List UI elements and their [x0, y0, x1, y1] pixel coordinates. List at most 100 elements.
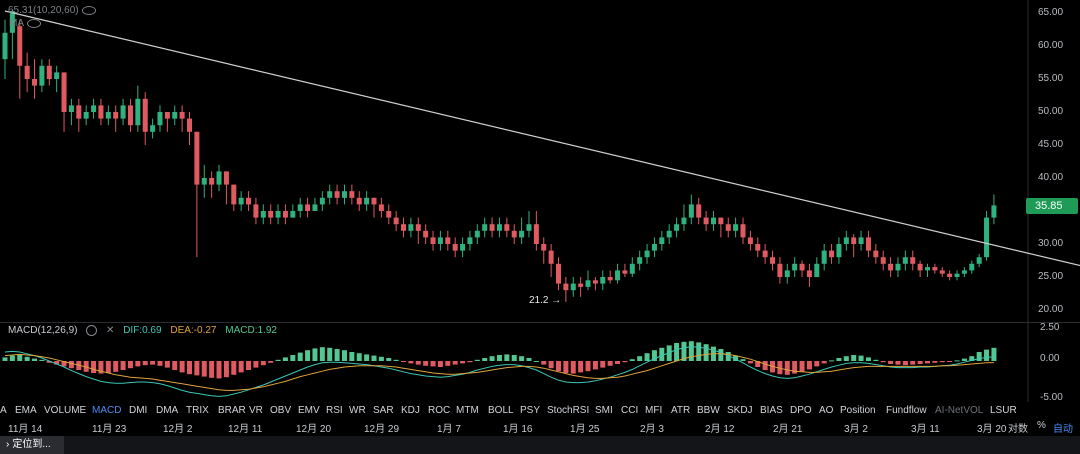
- candle: [312, 197, 318, 211]
- candle: [98, 98, 104, 126]
- macd-bar: [334, 349, 340, 361]
- indicator-tab-wr[interactable]: WR: [349, 405, 366, 416]
- indicator-tab-sar[interactable]: SAR: [373, 405, 394, 416]
- high-price-value: 65.31: [8, 5, 34, 16]
- indicator-tab-lsur[interactable]: LSUR: [990, 405, 1017, 416]
- gear-icon[interactable]: [86, 325, 98, 336]
- macd-tick: 2.50: [1040, 322, 1060, 333]
- close-icon[interactable]: ✕: [106, 325, 114, 336]
- macd-bar: [740, 359, 746, 361]
- date-tick: 3月 11: [911, 424, 940, 435]
- candle: [770, 250, 776, 271]
- macd-bar: [305, 350, 311, 361]
- date-tick: 2月 12: [705, 424, 735, 435]
- date-tick: 12月 20: [296, 424, 332, 435]
- macd-bar: [703, 344, 709, 361]
- candle: [740, 217, 746, 244]
- macd-bar: [784, 361, 790, 375]
- macd-bar: [113, 361, 119, 372]
- indicator-tab-fundflow[interactable]: Fundflow: [886, 405, 927, 416]
- candle: [223, 171, 229, 205]
- macd-bar: [496, 355, 502, 361]
- candle: [54, 65, 60, 93]
- eye-icon[interactable]: [27, 18, 41, 28]
- price-chart[interactable]: [0, 0, 1080, 322]
- high-price-annotation: 65.31(10,20,60): [8, 5, 96, 16]
- candle: [777, 257, 783, 284]
- macd-bar: [150, 361, 156, 365]
- macd-bar: [364, 354, 370, 361]
- indicator-tab-ao[interactable]: AO: [819, 405, 833, 416]
- indicator-tab-dma[interactable]: DMA: [156, 405, 178, 416]
- macd-bar: [902, 361, 908, 366]
- indicator-tab-skdj[interactable]: SKDJ: [727, 405, 753, 416]
- macd-bar: [179, 361, 185, 373]
- log-scale-toggle[interactable]: 对数: [1008, 420, 1028, 435]
- indicator-tab-brar[interactable]: BRAR: [218, 405, 246, 416]
- macd-bar: [268, 361, 274, 363]
- candle: [496, 217, 502, 238]
- macd-bar: [437, 361, 443, 367]
- indicator-tab-cci[interactable]: CCI: [621, 405, 638, 416]
- candle: [445, 230, 451, 251]
- candle: [637, 250, 643, 271]
- indicator-tab-rsi[interactable]: RSI: [326, 405, 343, 416]
- macd-bar: [888, 361, 894, 364]
- candle: [253, 197, 259, 225]
- auto-scale-toggle[interactable]: 自动: [1053, 420, 1073, 435]
- ma-label-text: MA: [9, 18, 24, 29]
- indicator-tab-macd[interactable]: MACD: [92, 405, 121, 416]
- percent-scale-toggle[interactable]: %: [1037, 420, 1046, 431]
- indicator-tab-boll[interactable]: BOLL: [488, 405, 514, 416]
- candle: [341, 184, 347, 205]
- indicator-tab-atr[interactable]: ATR: [671, 405, 690, 416]
- indicator-tab-dmi[interactable]: DMI: [129, 405, 147, 416]
- indicator-tab-ema[interactable]: EMA: [15, 405, 37, 416]
- candle: [113, 105, 119, 132]
- indicator-tab-ai-netvol[interactable]: AI-NetVOL: [935, 405, 983, 416]
- indicator-tab-vr[interactable]: VR: [249, 405, 263, 416]
- candle: [430, 230, 436, 251]
- price-tick: 65.00: [1038, 7, 1064, 18]
- candle: [39, 59, 45, 93]
- candle: [187, 112, 192, 145]
- macd-bar: [467, 361, 473, 363]
- candle: [157, 105, 163, 132]
- macd-bar: [401, 361, 407, 362]
- macd-bar: [895, 361, 901, 365]
- indicator-tab-stochrsi[interactable]: StochRSI: [547, 405, 589, 416]
- macd-bar: [297, 352, 303, 361]
- macd-bar: [570, 361, 576, 374]
- indicator-tab-emv[interactable]: EMV: [298, 405, 320, 416]
- indicator-tab-trix[interactable]: TRIX: [186, 405, 209, 416]
- candle: [548, 244, 554, 277]
- eye-icon[interactable]: [81, 5, 96, 15]
- indicator-tab-volume[interactable]: VOLUME: [44, 405, 86, 416]
- candle: [733, 217, 739, 238]
- indicator-tab-kdj[interactable]: KDJ: [401, 405, 420, 416]
- candle: [511, 224, 517, 244]
- indicator-tab-obv[interactable]: OBV: [270, 405, 291, 416]
- indicator-tab-mfi[interactable]: MFI: [645, 405, 662, 416]
- candle: [917, 260, 923, 277]
- candle: [659, 230, 665, 251]
- macd-bar: [865, 357, 871, 361]
- locate-button[interactable]: › 定位到...: [0, 436, 64, 454]
- date-tick: 2月 3: [640, 424, 664, 435]
- indicator-tab-position[interactable]: Position: [840, 405, 876, 416]
- indicator-tab-a[interactable]: A: [0, 405, 7, 416]
- indicator-tab-psy[interactable]: PSY: [520, 405, 540, 416]
- indicator-tab-mtm[interactable]: MTM: [456, 405, 479, 416]
- indicator-tab-roc[interactable]: ROC: [428, 405, 450, 416]
- indicator-tab-dpo[interactable]: DPO: [790, 405, 812, 416]
- candle: [799, 260, 805, 277]
- indicator-tab-smi[interactable]: SMI: [595, 405, 613, 416]
- candle: [843, 230, 849, 251]
- indicator-tab-bias[interactable]: BIAS: [760, 405, 783, 416]
- trendline[interactable]: [4, 10, 1080, 278]
- macd-bar: [187, 361, 192, 375]
- macd-bar: [910, 361, 916, 365]
- macd-bar: [24, 356, 30, 361]
- indicator-tab-bbw[interactable]: BBW: [697, 405, 720, 416]
- date-tick: 2月 21: [773, 424, 803, 435]
